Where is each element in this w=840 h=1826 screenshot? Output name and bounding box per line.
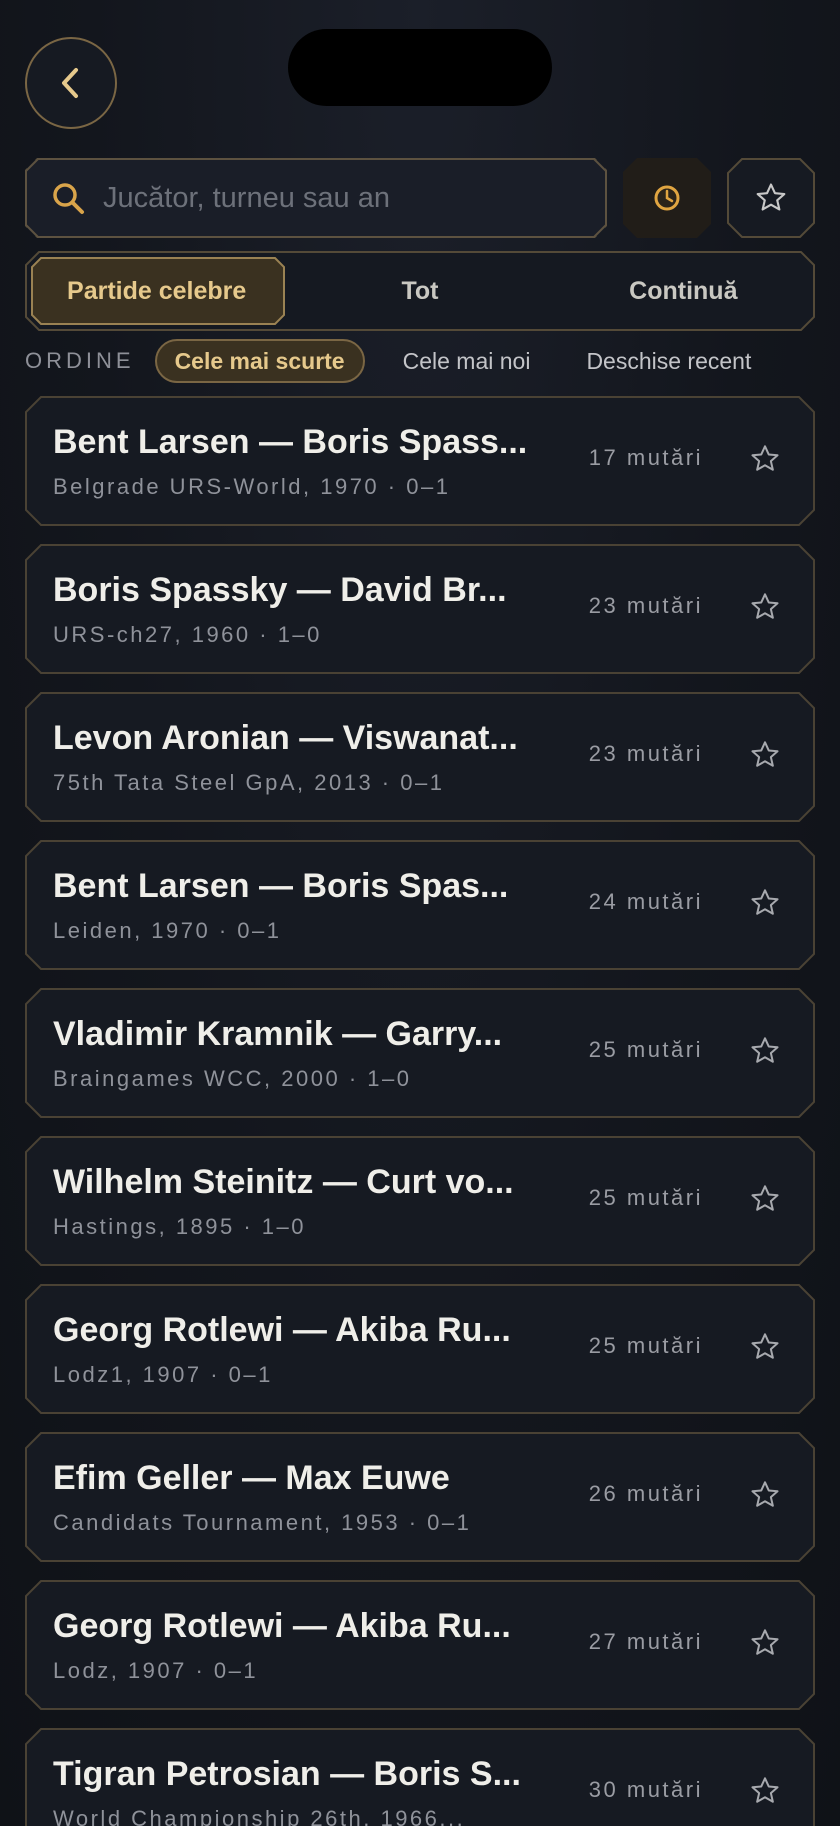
device-notch <box>288 29 552 106</box>
game-list-item[interactable]: Boris Spassky — David Br... URS-ch27, 196… <box>25 544 815 674</box>
star-icon <box>751 1333 779 1359</box>
game-moves: 25 mutări <box>588 1037 703 1062</box>
game-title: Boris Spassky — David Br... <box>53 571 507 609</box>
game-moves: 23 mutări <box>588 593 703 618</box>
search-icon <box>51 181 85 215</box>
game-subtitle: Leiden, 1970 · 0–1 <box>53 918 282 943</box>
star-icon <box>751 1185 779 1211</box>
game-list-item[interactable]: Tigran Petrosian — Boris S... World Champ… <box>25 1728 815 1826</box>
history-button[interactable] <box>623 158 711 238</box>
game-subtitle: Hastings, 1895 · 1–0 <box>53 1214 307 1239</box>
star-icon <box>751 1037 779 1063</box>
back-button[interactable] <box>25 37 117 129</box>
game-list-item[interactable]: Bent Larsen — Boris Spass... Belgrade URS… <box>25 396 815 526</box>
star-icon <box>751 593 779 619</box>
game-list-item[interactable]: Efim Geller — Max Euwe Candidats Tourname… <box>25 1432 815 1562</box>
game-title: Wilhelm Steinitz — Curt vo... <box>53 1163 514 1201</box>
game-title: Tigran Petrosian — Boris S... <box>53 1755 521 1793</box>
game-list-item[interactable]: Georg Rotlewi — Akiba Ru... Lodz1, 1907 ·… <box>25 1284 815 1414</box>
game-list-item[interactable]: Wilhelm Steinitz — Curt vo... Hastings, 1… <box>25 1136 815 1266</box>
sort-recent-chip[interactable]: Deschise recent <box>568 339 769 383</box>
favorite-button[interactable] <box>745 1771 785 1811</box>
star-icon <box>751 741 779 767</box>
tab-continue[interactable]: Continuă <box>552 251 815 331</box>
game-subtitle: Braingames WCC, 2000 · 1–0 <box>53 1066 412 1091</box>
game-list-item[interactable]: Georg Rotlewi — Akiba Ru... Lodz, 1907 · … <box>25 1580 815 1710</box>
sort-newest-chip[interactable]: Cele mai noi <box>385 339 549 383</box>
game-subtitle: Lodz, 1907 · 0–1 <box>53 1658 259 1683</box>
games-list: Bent Larsen — Boris Spass... Belgrade URS… <box>25 396 815 1826</box>
search-input[interactable] <box>103 182 583 215</box>
game-subtitle: Candidats Tournament, 1953 · 0–1 <box>53 1510 472 1535</box>
sort-order-row: ORDINE Cele mai scurte Cele mai noi Desc… <box>25 339 815 383</box>
game-moves: 17 mutări <box>588 445 703 470</box>
game-subtitle: URS-ch27, 1960 · 1–0 <box>53 622 322 647</box>
tab-famous-games[interactable]: Partide celebre <box>25 251 288 331</box>
favorite-button[interactable] <box>745 1179 785 1219</box>
star-icon <box>751 889 779 915</box>
game-moves: 25 mutări <box>588 1333 703 1358</box>
favorite-button[interactable] <box>745 1623 785 1663</box>
game-title: Georg Rotlewi — Akiba Ru... <box>53 1607 511 1645</box>
game-list-item[interactable]: Vladimir Kramnik — Garry... Braingames WC… <box>25 988 815 1118</box>
star-icon <box>751 1777 779 1803</box>
game-list-item[interactable]: Levon Aronian — Viswanat... 75th Tata Ste… <box>25 692 815 822</box>
game-title: Levon Aronian — Viswanat... <box>53 719 518 757</box>
star-icon <box>756 183 786 211</box>
category-tabs: Partide celebre Tot Continuă <box>25 251 815 331</box>
game-title: Bent Larsen — Boris Spass... <box>53 423 528 461</box>
favorite-button[interactable] <box>745 1475 785 1515</box>
game-moves: 25 mutări <box>588 1185 703 1210</box>
order-label: ORDINE <box>25 348 135 373</box>
chevron-left-icon <box>62 68 78 98</box>
favorite-button[interactable] <box>745 1031 785 1071</box>
favorite-button[interactable] <box>745 1327 785 1367</box>
game-moves: 26 mutări <box>588 1481 703 1506</box>
game-subtitle: Lodz1, 1907 · 0–1 <box>53 1362 273 1387</box>
game-subtitle: 75th Tata Steel GpA, 2013 · 0–1 <box>53 770 445 795</box>
clock-icon <box>652 183 682 213</box>
favorite-button[interactable] <box>745 587 785 627</box>
game-title: Vladimir Kramnik — Garry... <box>53 1015 503 1053</box>
game-list-item[interactable]: Bent Larsen — Boris Spas... Leiden, 1970 … <box>25 840 815 970</box>
game-moves: 30 mutări <box>588 1777 703 1802</box>
game-title: Bent Larsen — Boris Spas... <box>53 867 509 905</box>
game-moves: 27 mutări <box>588 1629 703 1654</box>
game-subtitle: World Championship 26th, 1966... <box>53 1806 466 1826</box>
game-title: Georg Rotlewi — Akiba Ru... <box>53 1311 511 1349</box>
game-title: Efim Geller — Max Euwe <box>53 1459 450 1497</box>
tab-all[interactable]: Tot <box>288 251 551 331</box>
favorite-button[interactable] <box>745 883 785 923</box>
search-bar[interactable] <box>25 158 607 238</box>
star-icon <box>751 1629 779 1655</box>
star-icon <box>751 1481 779 1507</box>
favorites-filter-button[interactable] <box>727 158 815 238</box>
favorite-button[interactable] <box>745 439 785 479</box>
favorite-button[interactable] <box>745 735 785 775</box>
game-subtitle: Belgrade URS-World, 1970 · 0–1 <box>53 474 451 499</box>
sort-shortest-chip[interactable]: Cele mai scurte <box>154 339 365 383</box>
game-moves: 23 mutări <box>588 741 703 766</box>
star-icon <box>751 445 779 471</box>
game-moves: 24 mutări <box>588 889 703 914</box>
